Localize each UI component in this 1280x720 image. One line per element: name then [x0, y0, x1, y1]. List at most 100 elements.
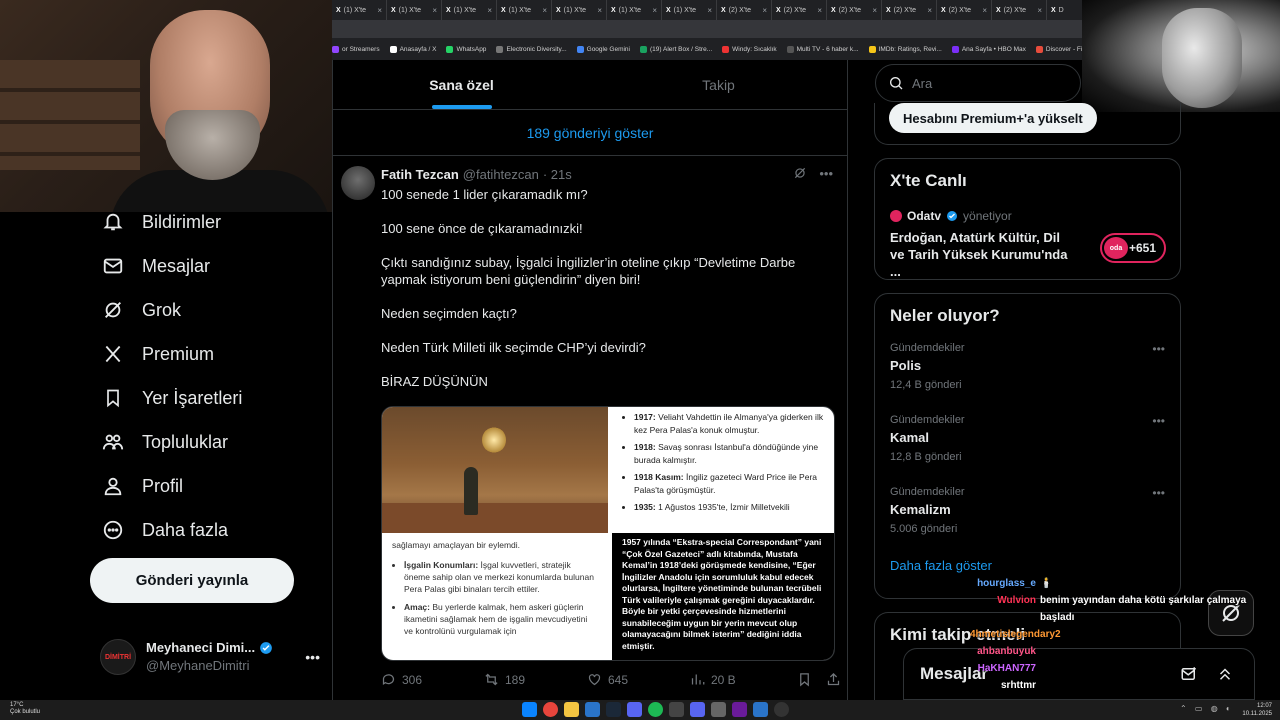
tweet-author-name[interactable]: Fatih Tezcan [381, 167, 459, 182]
browser-tab[interactable]: X (1) X'te × [552, 0, 607, 20]
more-dots-icon[interactable]: ••• [1152, 342, 1165, 356]
obs-icon[interactable] [774, 702, 789, 717]
views-button[interactable]: 20 B [690, 672, 793, 687]
tweet[interactable]: Fatih Tezcan @fatihtezcan · 21s ••• 100 … [333, 156, 847, 390]
browser-tab-title: (2) X'te [783, 6, 807, 14]
browser-tab[interactable]: X (2) X'te × [882, 0, 937, 20]
search-input[interactable]: Ara [875, 64, 1081, 102]
nav-item-more[interactable]: Daha fazla [90, 508, 320, 552]
app-icon[interactable] [669, 702, 684, 717]
browser-tab[interactable]: X (1) X'te × [497, 0, 552, 20]
app-icon[interactable] [585, 702, 600, 717]
browser-tab[interactable]: X (1) X'te × [332, 0, 387, 20]
bookmark-item[interactable]: Google Gemini [576, 45, 630, 53]
bookmark-item[interactable]: WhatsApp [446, 45, 486, 53]
bookmark-item[interactable]: (19) Alert Box / Stre... [640, 45, 712, 53]
browser-tab[interactable]: X (1) X'te × [607, 0, 662, 20]
bookmark-item[interactable]: Discover - Find Top... [1035, 45, 1082, 53]
chrome-icon[interactable] [543, 702, 558, 717]
folder-icon[interactable] [564, 702, 579, 717]
system-tray[interactable]: ⌃ ▭ ◍ ◐ [1180, 704, 1234, 713]
kick-icon[interactable] [732, 702, 747, 717]
weather-widget[interactable]: 17°C Çok bulutlu [10, 702, 40, 716]
nav-item-premium[interactable]: Premium [90, 332, 320, 376]
close-icon[interactable]: × [982, 6, 987, 15]
browser-tab-title: (1) X'te [453, 6, 477, 14]
close-icon[interactable]: × [487, 6, 492, 15]
browser-tab[interactable]: X (2) X'te × [827, 0, 882, 20]
trends-show-more[interactable]: Daha fazla göster [875, 558, 1180, 573]
grok-icon[interactable] [793, 166, 807, 183]
browser-tab[interactable]: X (1) X'te × [387, 0, 442, 20]
clock[interactable]: 12:07 10.11.2025 [1242, 702, 1272, 718]
bookmark-item[interactable]: Ana Sayfa • HBO Max [951, 45, 1026, 53]
like-button[interactable]: 645 [587, 672, 690, 687]
trend-count: 12,4 B gönderi [890, 379, 962, 391]
app-icon[interactable] [627, 702, 642, 717]
browser-tab[interactable]: X (2) X'te × [992, 0, 1047, 20]
nav-item-messages[interactable]: Mesajlar [90, 244, 320, 288]
favicon-icon [786, 45, 794, 53]
close-icon[interactable]: × [432, 6, 437, 15]
tweet-author-avatar[interactable] [341, 166, 375, 200]
more-dots-icon[interactable]: ••• [1152, 486, 1165, 500]
windows-start-icon[interactable] [522, 702, 537, 717]
post-button[interactable]: Gönderi yayınla [90, 558, 294, 603]
show-new-posts-button[interactable]: 189 gönderiyi göster [333, 110, 847, 156]
close-icon[interactable]: × [762, 6, 767, 15]
reply-button[interactable]: 306 [381, 672, 484, 687]
bookmark-item[interactable]: Multi TV - 6 haber k... [786, 45, 859, 53]
live-host[interactable]: Odatv yönetiyor [875, 191, 1180, 223]
more-dots-icon[interactable]: ••• [819, 166, 833, 183]
close-icon[interactable]: × [597, 6, 602, 15]
close-icon[interactable]: × [707, 6, 712, 15]
close-icon[interactable]: × [542, 6, 547, 15]
tweet-time[interactable]: · 21s [543, 167, 572, 182]
repost-button[interactable]: 189 [484, 672, 587, 687]
nav-item-notifications[interactable]: Bildirimler [90, 200, 320, 244]
spotify-icon[interactable] [648, 702, 663, 717]
nav-item-communities[interactable]: Topluluklar [90, 420, 320, 464]
address-bar[interactable] [332, 20, 1082, 38]
tab-for-you[interactable]: Sana özel [333, 60, 590, 109]
close-icon[interactable]: × [872, 6, 877, 15]
browser-tab[interactable]: X (2) X'te × [717, 0, 772, 20]
discord-icon[interactable] [690, 702, 705, 717]
account-switcher[interactable]: DİMİTRİ Meyhaneci Dimi... @MeyhaneDimitr… [100, 634, 320, 680]
bookmark-item[interactable]: Electronic Diversity... [496, 45, 567, 53]
browser-tab[interactable]: X (2) X'te × [937, 0, 992, 20]
bookmark-item[interactable]: Anasayfa / X [389, 45, 436, 53]
trend-item[interactable]: Gündemdekiler Kamal 12,8 B gönderi ••• [875, 414, 1180, 486]
browser-tab[interactable]: X (1) X'te × [662, 0, 717, 20]
share-icon[interactable] [826, 672, 841, 687]
steam-icon[interactable] [606, 702, 621, 717]
close-icon[interactable]: × [927, 6, 932, 15]
close-icon[interactable]: × [377, 6, 382, 15]
trend-item[interactable]: Gündemdekiler Polis 12,4 B gönderi ••• [875, 342, 1180, 414]
more-dots-icon[interactable]: ••• [1152, 414, 1165, 428]
more-dots-icon[interactable]: ••• [305, 649, 320, 665]
bookmark-item[interactable]: Windy: Sıcaklık [722, 45, 777, 53]
upgrade-premium-button[interactable]: Hesabını Premium+'a yükselt [889, 103, 1097, 133]
tweet-media-collage[interactable]: 1917: Veliaht Vahdettin ile Almanya'ya g… [381, 406, 835, 661]
bookmark-icon[interactable] [797, 672, 812, 687]
hotel-interior-photo[interactable] [382, 407, 608, 533]
trend-item[interactable]: Gündemdekiler Kemalizm 5.006 gönderi ••• [875, 486, 1180, 558]
nav-item-bookmarks[interactable]: Yer İşaretleri [90, 376, 320, 420]
nav-item-profile[interactable]: Profil [90, 464, 320, 508]
live-join-pill[interactable]: oda +651 [1100, 233, 1166, 263]
browser-tab[interactable]: X (2) X'te × [772, 0, 827, 20]
browser-tab[interactable]: X (1) X'te × [442, 0, 497, 20]
close-icon[interactable]: × [652, 6, 657, 15]
app-icon[interactable] [711, 702, 726, 717]
bookmark-item[interactable]: or Streamers [332, 45, 380, 53]
live-title[interactable]: Erdoğan, Atatürk Kültür, Dil ve Tarih Yü… [875, 223, 1085, 280]
tweet-author-handle[interactable]: @fatihtezcan [463, 167, 539, 182]
tab-following[interactable]: Takip [590, 60, 847, 109]
bookmark-item[interactable]: IMDb: Ratings, Revi... [868, 45, 942, 53]
app-icon[interactable] [753, 702, 768, 717]
close-icon[interactable]: × [817, 6, 822, 15]
close-icon[interactable]: × [1037, 6, 1042, 15]
nav-item-grok[interactable]: Grok [90, 288, 320, 332]
browser-tab[interactable]: XD× [1047, 0, 1082, 20]
